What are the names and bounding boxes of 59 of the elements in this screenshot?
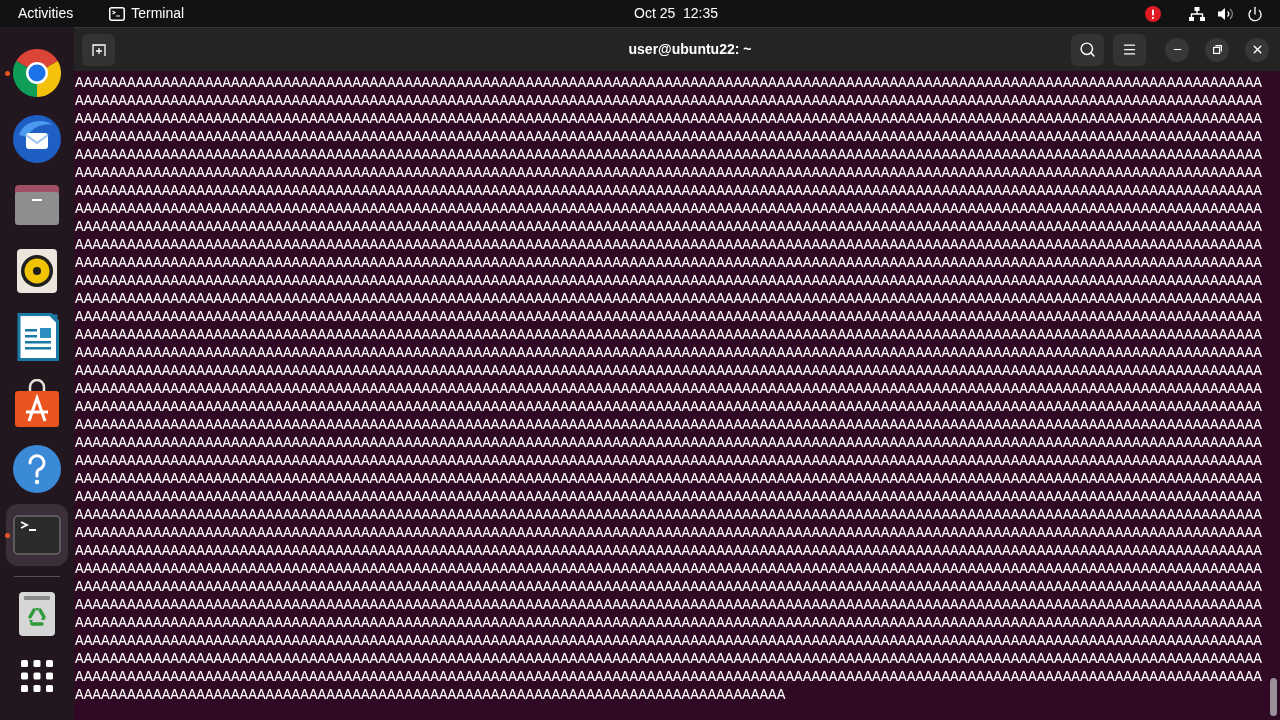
search-icon [1079,41,1096,58]
terminal-line: AAAAAAAAAAAAAAAAAAAAAAAAAAAAAAAAAAAAAAAAAAAAAAAAAAAAAAAAAAAAAAAAAAAAAAAAAAAAAAAAAAAAAAAAAAAAAAAAAAAAAAAAAAAAAAAAAAAAAAAAAAAAAAAAAAAAAAAAA [75,344,1262,362]
terminal-line: AAAAAAAAAAAAAAAAAAAAAAAAAAAAAAAAAAAAAAAAAAAAAAAAAAAAAAAAAAAAAAAAAAAAAAAAAAAAAAAAAAAAAAAAAAAAAAAAAAAAAAAAAAAAAAAAAAAAAAAAAAAAAAAAAAAAAAAAA [75,326,1262,344]
network-icon[interactable] [1189,6,1205,21]
clock[interactable]: Oct 25 12:35 [634,3,719,24]
alert-icon[interactable] [1145,5,1161,22]
terminal-line: AAAAAAAAAAAAAAAAAAAAAAAAAAAAAAAAAAAAAAAAAAAAAAAAAAAAAAAAAAAAAAAAAAAAAAAAAAAAAAAAAAAAAAAAAAAAAAAAAAAAAAAAAAAAAAAAAAAAAAAAAAAAAAAAAAAAAAAAA [75,146,1262,164]
terminal-line: AAAAAAAAAAAAAAAAAAAAAAAAAAAAAAAAAAAAAAAAAAAAAAAAAAAAAAAAAAAAAAAAAAAAAAAAAAAAAAAAAAAAAAAAAAAAAAAAAAAAAAAAAAAAAAAAAAAAAAAAAAAAAAAAAAAAAAAAA [75,272,1262,290]
app-menu-button[interactable]: Terminal [109,3,185,24]
help-icon[interactable] [13,445,61,493]
terminal-line: AAAAAAAAAAAAAAAAAAAAAAAAAAAAAAAAAAAAAAAAAAAAAAAAAAAAAAAAAAAAAAAAAAAAAAAAAAAAAAAAAAAAAAAAAAAAAAAAAAAAAAAAAAAAAAAAAAAAAAAAAAAAAAAAAAAAAAAAA [75,452,1262,470]
close-button[interactable] [1245,37,1269,62]
terminal-line: AAAAAAAAAAAAAAAAAAAAAAAAAAAAAAAAAAAAAAAAAAAAAAAAAAAAAAAAAAAAAAAAAAAAAAAAAAAAAAAAAAAAAAAAAAAAAAAAAAAAAAAAAAAAAAAAAAAAAAAAAAAAAAAAAAAAAAAAA [75,290,1262,308]
search-button[interactable] [1071,33,1104,66]
terminal-line: AAAAAAAAAAAAAAAAAAAAAAAAAAAAAAAAAAAAAAAAAAAAAAAAAAAAAAAAAAAAAAAAAAAAAAAAAAAAAAAAAAAAAAAAAAAAAAAAAAAAAAAAAAAAAAAAAAAAAAAAAAAAAAAAAAAAAAAAA [75,668,1262,686]
shopping-bag-icon[interactable] [13,379,61,427]
terminal-line: AAAAAAAAAAAAAAAAAAAAAAAAAAAAAAAAAAAAAAAAAAAAAAAAAAAAAAAAAAAAAAAAAAAAAAAAAAAAAAAAAAAAAAAAAAAAAAAAAAAAAAAAAAAAAAAAAAAAAAAAAAAAAAAAAAAAAAAAA [75,398,1262,416]
terminal-line: AAAAAAAAAAAAAAAAAAAAAAAAAAAAAAAAAAAAAAAAAAAAAAAAAAAAAAAAAAAAAAAAAAAAAAAAAAAAAAAAAAAAAAAAAAAAAAAAAAAAAAAAAAAAAAAAAAAAAAAAAAAAAAAAAAAAAAAAA [75,488,1262,506]
activities-button[interactable]: Activities [18,3,74,24]
terminal-line: AAAAAAAAAAAAAAAAAAAAAAAAAAAAAAAAAAAAAAAAAAAAAAAAAAAAAAAAAAAAAAAAAAAAAAAAAAAAAAAAAAAAAAAAAAAAAAAAAAAAAAAAAAAAAAAAAAAAAAAAAAAAAAAAAAAAAAAAA [75,542,1262,560]
browser-icon[interactable] [13,49,61,97]
terminal-line: AAAAAAAAAAAAAAAAAAAAAAAAAAAAAAAAAAAAAAAAAAAAAAAAAAAAAAAAAAAAAAAAAAAAAAAAAAAAAAAAAAAAAAAAAAAAAAAAAAAAAAAAAAAAAAAAAAAAAAAAAAAAAAAAAAAAAAAAA [75,308,1262,326]
terminal-line: AAAAAAAAAAAAAAAAAAAAAAAAAAAAAAAAAAAAAAAAAAAAAAAAAAAAAAAAAAAAAAAAAAAAAAAAAAAAAAAAAAAAAAAAAAAAAAAAAAAAAAAAAAAAAAAAAAAAAAAAAAAAAAAAAAAAAAAAA [75,164,1262,182]
restore-icon [1212,45,1222,54]
restore-button[interactable] [1205,37,1229,62]
terminal-line: AAAAAAAAAAAAAAAAAAAAAAAAAAAAAAAAAAAAAAAAAAAAAAAAAAAAAAAAAAAAAAAAAAAAAAAAAAAAAAAAAAAAAAAAAAAAAAAAAAAAAAAAAAAAAAAAAAAAAAAAAAAAAAAAAAAAAAAAA [75,236,1262,254]
terminal-line: AAAAAAAAAAAAAAAAAAAAAAAAAAAAAAAAAAAAAAAAAAAAAAAAAAAAAAAAAAAAAAAAAAAAAAAAAAAAAAAAAAAAAAAAAAAAAAAAAAAAAAAAAAAAAAAAAAAAAAAAAAAAAAAAAAAAAAAAA [75,614,1262,632]
power-icon[interactable] [1247,5,1263,22]
terminal-line: AAAAAAAAAAAAAAAAAAAAAAAAAAAAAAAAAAAAAAAAAAAAAAAAAAAAAAAAAAAAAAAAAAAAAAAAAAAAAAAAAAAAAAAAAAAAAAAAAAAAAAAAAAAAAAAAAAAAAAAAAAAAAAAAAAAAAAAAA [75,254,1262,272]
terminal-line: AAAAAAAAAAAAAAAAAAAAAAAAAAAAAAAAAAAAAAAAAAAAAAAAAAAAAAAAAAAAAAAAAAAAAAAAAAAAAAAAAAAAAAAAAAAAAAAAAAAAAAAAAAAAAAAAAAAAAAAAAAAAAAAAAAAAAAAAA [75,596,1262,614]
menu-icon [1122,42,1137,57]
terminal-line: AAAAAAAAAAAAAAAAAAAAAAAAAAAAAAAAAAAAAAAAAAAAAAAAAAAAAAAAAAAAAAAAAAAAAAAAAAAAAAAAAAAAAAAAAAAAAAAAAAAAAAAAAAAAAAAAAAAAAAAAAAAAAAAAAAAAAAAAA [75,506,1262,524]
terminal-line: AAAAAAAAAAAAAAAAAAAAAAAAAAAAAAAAAAAAAAAAAAAAAAAAAAAAAAAAAAAAAAAAAAAAAAAAAAAAAAAAAAAAAAAAAAAAAAAAAAAAAAAAAAAAAAAAAAAAAAAAAAAAAAAAAAAAAAAAA [75,110,1262,128]
terminal-line: AAAAAAAAAAAAAAAAAAAAAAAAAAAAAAAAAAAAAAAAAAAAAAAAAAAAAAAAAAAAAAAAAAAAAAAAAAAAAAAAAAAAAAAAAAAAAAAAAAAAAAAAAAAAAAAAAAAAAAAAAAAAAAAAAAAAAAAAA [75,218,1262,236]
terminal-line: AAAAAAAAAAAAAAAAAAAAAAAAAAAAAAAAAAAAAAAAAAAAAAAAAAAAAAAAAAAAAAAAAAAAAAAAAAAAAAAAAAAAAAAAAAAAAAAAAAAAAAAAAAAAAAAAAAAAAAAAAAAAAAAAAAAAAAAAA [75,632,1262,650]
new-tab-button[interactable] [82,33,115,66]
window-title: user@ubuntu22: ~ [628,40,752,59]
terminal-line: AAAAAAAAAAAAAAAAAAAAAAAAAAAAAAAAAAAAAAAAAAAAAAAAAAAAAAAAAAAAAAAAAAAAAAAAAAAAAAAAAA [75,686,786,704]
terminal-line: AAAAAAAAAAAAAAAAAAAAAAAAAAAAAAAAAAAAAAAAAAAAAAAAAAAAAAAAAAAAAAAAAAAAAAAAAAAAAAAAAAAAAAAAAAAAAAAAAAAAAAAAAAAAAAAAAAAAAAAAAAAAAAAAAAAAAAAAA [75,74,1262,92]
terminal-line: AAAAAAAAAAAAAAAAAAAAAAAAAAAAAAAAAAAAAAAAAAAAAAAAAAAAAAAAAAAAAAAAAAAAAAAAAAAAAAAAAAAAAAAAAAAAAAAAAAAAAAAAAAAAAAAAAAAAAAAAAAAAAAAAAAAAAAAAA [75,560,1262,578]
terminal-line: AAAAAAAAAAAAAAAAAAAAAAAAAAAAAAAAAAAAAAAAAAAAAAAAAAAAAAAAAAAAAAAAAAAAAAAAAAAAAAAAAAAAAAAAAAAAAAAAAAAAAAAAAAAAAAAAAAAAAAAAAAAAAAAAAAAAAAAAA [75,524,1262,542]
terminal-line: AAAAAAAAAAAAAAAAAAAAAAAAAAAAAAAAAAAAAAAAAAAAAAAAAAAAAAAAAAAAAAAAAAAAAAAAAAAAAAAAAAAAAAAAAAAAAAAAAAAAAAAAAAAAAAAAAAAAAAAAAAAAAAAAAAAAAAAAA [75,182,1262,200]
terminal-line: AAAAAAAAAAAAAAAAAAAAAAAAAAAAAAAAAAAAAAAAAAAAAAAAAAAAAAAAAAAAAAAAAAAAAAAAAAAAAAAAAAAAAAAAAAAAAAAAAAAAAAAAAAAAAAAAAAAAAAAAAAAAAAAAAAAAAAAAA [75,380,1262,398]
volume-icon[interactable] [1218,6,1234,21]
terminal-icon [109,6,126,21]
terminal-line: AAAAAAAAAAAAAAAAAAAAAAAAAAAAAAAAAAAAAAAAAAAAAAAAAAAAAAAAAAAAAAAAAAAAAAAAAAAAAAAAAAAAAAAAAAAAAAAAAAAAAAAAAAAAAAAAAAAAAAAAAAAAAAAAAAAAAAAAA [75,362,1262,380]
app-grid-icon[interactable] [21,660,53,692]
terminal-line: AAAAAAAAAAAAAAAAAAAAAAAAAAAAAAAAAAAAAAAAAAAAAAAAAAAAAAAAAAAAAAAAAAAAAAAAAAAAAAAAAAAAAAAAAAAAAAAAAAAAAAAAAAAAAAAAAAAAAAAAAAAAAAAAAAAAAAAAA [75,470,1262,488]
terminal-line: AAAAAAAAAAAAAAAAAAAAAAAAAAAAAAAAAAAAAAAAAAAAAAAAAAAAAAAAAAAAAAAAAAAAAAAAAAAAAAAAAAAAAAAAAAAAAAAAAAAAAAAAAAAAAAAAAAAAAAAAAAAAAAAAAAAAAAAAA [75,128,1262,146]
new-tab-icon [91,43,106,56]
terminal-line: AAAAAAAAAAAAAAAAAAAAAAAAAAAAAAAAAAAAAAAAAAAAAAAAAAAAAAAAAAAAAAAAAAAAAAAAAAAAAAAAAAAAAAAAAAAAAAAAAAAAAAAAAAAAAAAAAAAAAAAAAAAAAAAAAAAAAAAAA [75,200,1262,218]
terminal-line: AAAAAAAAAAAAAAAAAAAAAAAAAAAAAAAAAAAAAAAAAAAAAAAAAAAAAAAAAAAAAAAAAAAAAAAAAAAAAAAAAAAAAAAAAAAAAAAAAAAAAAAAAAAAAAAAAAAAAAAAAAAAAAAAAAAAAAAAA [75,416,1262,434]
terminal-line: AAAAAAAAAAAAAAAAAAAAAAAAAAAAAAAAAAAAAAAAAAAAAAAAAAAAAAAAAAAAAAAAAAAAAAAAAAAAAAAAAAAAAAAAAAAAAAAAAAAAAAAAAAAAAAAAAAAAAAAAAAAAAAAAAAAAAAAAA [75,434,1262,452]
terminal-line: AAAAAAAAAAAAAAAAAAAAAAAAAAAAAAAAAAAAAAAAAAAAAAAAAAAAAAAAAAAAAAAAAAAAAAAAAAAAAAAAAAAAAAAAAAAAAAAAAAAAAAAAAAAAAAAAAAAAAAAAAAAAAAAAAAAAAAAAA [75,650,1262,668]
terminal-line: AAAAAAAAAAAAAAAAAAAAAAAAAAAAAAAAAAAAAAAAAAAAAAAAAAAAAAAAAAAAAAAAAAAAAAAAAAAAAAAAAAAAAAAAAAAAAAAAAAAAAAAAAAAAAAAAAAAAAAAAAAAAAAAAAAAAAAAAA [75,578,1262,596]
scrollbar-thumb[interactable] [1270,678,1277,716]
mail-icon[interactable] [13,115,61,163]
terminal-line: AAAAAAAAAAAAAAAAAAAAAAAAAAAAAAAAAAAAAAAAAAAAAAAAAAAAAAAAAAAAAAAAAAAAAAAAAAAAAAAAAAAAAAAAAAAAAAAAAAAAAAAAAAAAAAAAAAAAAAAAAAAAAAAAAAAAAAAAA [75,92,1262,110]
menu-button[interactable] [1113,33,1146,66]
